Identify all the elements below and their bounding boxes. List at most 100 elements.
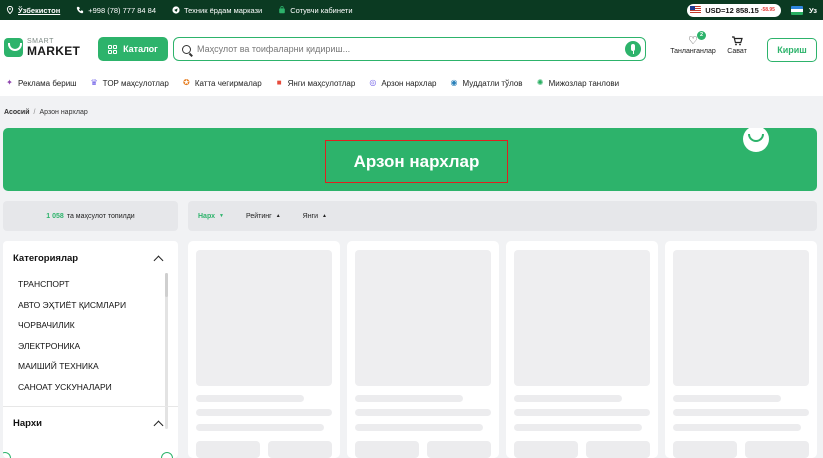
catalog-button[interactable]: Каталог [98, 37, 168, 61]
menu-item[interactable]: ✪ Катта чегирмалар [182, 79, 262, 88]
category-item[interactable]: АВТО ЭҲТИЁТ ҚИСМЛАРИ [18, 299, 126, 320]
skeleton-button [196, 441, 260, 458]
installment-icon: ◉ [450, 78, 458, 87]
product-card-placeholder [665, 241, 817, 458]
breadcrumb-current: Арзон нархлар [39, 109, 88, 116]
menu-item-label: Катта чегирмалар [194, 78, 262, 88]
search-input[interactable] [197, 44, 625, 54]
results-count-number: 1 058 [46, 212, 64, 220]
skeleton-line [355, 395, 463, 402]
location-selector[interactable]: Ўзбекистон [6, 6, 60, 15]
sort-option-label: Рейтинг [245, 212, 272, 220]
menu-item[interactable]: ◉ Муддатли тўлов [449, 79, 522, 88]
login-button[interactable]: Кириш [767, 38, 817, 62]
product-card-placeholder [188, 241, 340, 458]
sort-option-label: Нарх [198, 212, 216, 220]
favorites-button[interactable]: ♡ 2 Танланганлар [668, 31, 718, 55]
megaphone-icon: ✦ [6, 78, 13, 87]
breadcrumb: Асосий / Арзон нархлар [4, 109, 88, 116]
menu-item[interactable]: ◎ Арзон нархлар [368, 79, 436, 88]
quick-menu: ✦ Реклама бериш ♛ TOP маҳсулотлар ✪ Катта чег… [0, 70, 823, 96]
breadcrumb-home[interactable]: Асосий [4, 109, 30, 116]
menu-item-label: Арзон нархлар [381, 78, 437, 88]
menu-item[interactable]: ■ Янги маҳсулотлар [275, 79, 356, 88]
usa-flag-icon [690, 6, 702, 14]
price-title[interactable]: Нархи [13, 418, 42, 429]
logo-bottom-text: MARKET [27, 44, 81, 58]
price-slider-max-handle[interactable] [161, 452, 173, 458]
product-image-placeholder [355, 250, 491, 386]
sort-option[interactable]: Янги ▲ [303, 213, 327, 220]
menu-item-label: Янги маҳсулотлар [287, 78, 356, 88]
category-item[interactable]: ЭЛЕКТРОНИКА [18, 340, 126, 361]
skeleton-button [514, 441, 578, 458]
site-logo[interactable]: SMART MARKET [4, 38, 80, 57]
cart-icon [732, 36, 743, 46]
page-title: Арзон нархлар [325, 140, 508, 183]
menu-item-label: Мижозлар танлови [548, 78, 620, 88]
uzbekistan-flag-icon [790, 5, 803, 15]
results-count-suffix: та маҳсулот топилди [66, 212, 135, 220]
search-bar [173, 37, 646, 61]
sort-option[interactable]: Рейтинг ▲ [246, 213, 281, 220]
phone-link[interactable]: +998 (78) 777 84 84 [76, 6, 156, 15]
cart-label: Сават [727, 48, 747, 55]
chevron-up-icon[interactable] [153, 255, 164, 266]
logo-icon [4, 38, 23, 57]
main-header: SMART MARKET Каталог ♡ 2 Танланганлар Са… [0, 20, 823, 76]
skeleton-line [514, 409, 650, 416]
cart-button[interactable]: Сават [724, 34, 750, 55]
product-image-placeholder [673, 250, 809, 386]
skeleton-button [268, 441, 332, 458]
categories-title[interactable]: Категориялар [13, 253, 78, 264]
new-icon: ■ [276, 78, 282, 87]
discount-icon: ✪ [182, 78, 190, 87]
currency-rate-badge: USD=12 858.15 -58.95 [687, 3, 781, 17]
sort-option[interactable]: Нарх ▼ [198, 213, 224, 220]
skeleton-line [514, 424, 642, 431]
skeleton-button [673, 441, 737, 458]
price-slider-min-handle[interactable] [3, 452, 11, 458]
skeleton-button [586, 441, 650, 458]
product-card-placeholder [506, 241, 658, 458]
price-tag-icon: ◎ [369, 78, 377, 87]
filter-sidebar: Категориялар ТРАНСПОРТ АВТО ЭҲТИЁТ ҚИСМЛА… [3, 241, 178, 458]
skeleton-line [355, 424, 483, 431]
favorites-label: Танланганлар [670, 48, 716, 55]
seller-label: Сотувчи кабинети [290, 5, 353, 15]
chevron-up-icon[interactable] [153, 420, 164, 431]
category-item[interactable]: ТРАНСПОРТ [18, 278, 126, 299]
support-label: Техник ёрдам маркази [184, 5, 263, 15]
skeleton-line [196, 409, 332, 416]
category-item[interactable]: ЧОРВАЧИЛИК [18, 319, 126, 340]
skeleton-button [427, 441, 491, 458]
skeleton-line [196, 395, 304, 402]
category-item[interactable]: МАИШИЙ ТЕХНИКА [18, 360, 126, 381]
menu-item[interactable]: ✺ Мижозлар танлови [536, 78, 620, 88]
catalog-label: Каталог [123, 44, 158, 54]
phone-number: +998 (78) 777 84 84 [88, 5, 156, 15]
support-link[interactable]: Техник ёрдам маркази [172, 6, 262, 15]
search-icon [182, 44, 191, 54]
usd-rate: USD=12 858.15 [705, 5, 759, 15]
sort-arrow-icon: ▲ [322, 213, 327, 219]
category-list: ТРАНСПОРТ АВТО ЭҲТИЁТ ҚИСМЛАРИ ЧОРВАЧИЛИК Э… [18, 278, 126, 401]
heart-icon: ♡ [688, 35, 698, 47]
seller-cabinet-link[interactable]: Сотувчи кабинети [278, 5, 353, 15]
skeleton-button [355, 441, 419, 458]
location-label: Ўзбекистон [18, 5, 61, 15]
menu-item[interactable]: ✦ Реклама бериш [5, 78, 77, 88]
sort-option-label: Янги [302, 212, 319, 220]
language-switcher[interactable]: Уз [809, 6, 817, 15]
skeleton-line [355, 409, 491, 416]
skeleton-button [745, 441, 809, 458]
phone-icon [77, 6, 84, 14]
menu-item[interactable]: ♛ TOP маҳсулотлар [90, 79, 169, 88]
skeleton-line [673, 409, 809, 416]
favorites-count-badge: 2 [697, 31, 706, 40]
microphone-icon[interactable] [625, 41, 641, 57]
product-image-placeholder [196, 250, 332, 386]
category-item[interactable]: САНОАТ УСКУНАЛАРИ [18, 381, 126, 402]
menu-item-label: Реклама бериш [18, 78, 77, 88]
sort-bar: Нарх ▼ Рейтинг ▲ Янги ▲ [188, 201, 817, 231]
